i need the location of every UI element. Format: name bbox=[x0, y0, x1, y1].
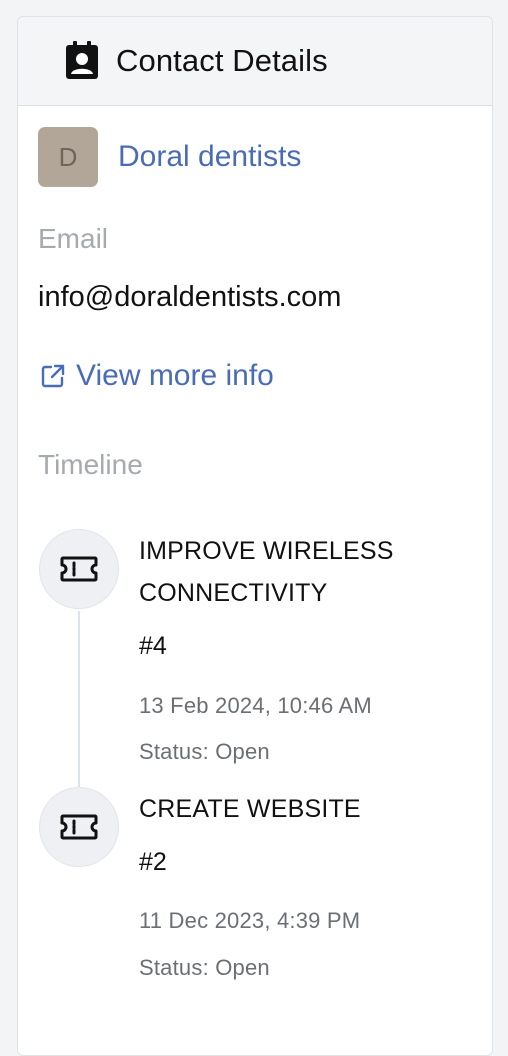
timeline-ticket-icon bbox=[39, 529, 119, 609]
timeline-item-title[interactable]: IMPROVE WIRELESS CONNECTIVITY bbox=[139, 530, 394, 614]
email-label: Email bbox=[38, 223, 109, 254]
contact-details-panel: Contact Details D Doral dentists Email i… bbox=[17, 16, 493, 1056]
timeline-item-title-line: CONNECTIVITY bbox=[139, 579, 328, 607]
timeline-item-status: Status: Open bbox=[139, 739, 270, 764]
contact-card-icon bbox=[64, 41, 100, 81]
avatar: D bbox=[38, 127, 98, 187]
timeline-item-number: #2 bbox=[139, 848, 167, 876]
view-more-info-label: View more info bbox=[76, 359, 274, 392]
timeline-heading: Timeline bbox=[38, 449, 143, 480]
timeline-item-number: #4 bbox=[139, 632, 167, 660]
panel-title: Contact Details bbox=[116, 43, 328, 78]
ticket-icon bbox=[60, 556, 98, 582]
timeline-connector bbox=[78, 611, 80, 807]
external-link-icon bbox=[40, 362, 68, 390]
view-more-info-link[interactable]: View more info bbox=[40, 359, 274, 393]
panel-header: Contact Details bbox=[18, 17, 492, 106]
timeline-item-date: 11 Dec 2023, 4:39 PM bbox=[139, 908, 361, 933]
email-value: info@doraldentists.com bbox=[38, 281, 342, 313]
contact-row: D Doral dentists bbox=[38, 127, 301, 187]
ticket-icon bbox=[60, 814, 98, 840]
timeline-item-title-line: CREATE WEBSITE bbox=[139, 795, 361, 823]
timeline-item-title[interactable]: CREATE WEBSITE bbox=[139, 788, 361, 830]
timeline-item-title-line: IMPROVE WIRELESS bbox=[139, 537, 394, 565]
timeline-item-status: Status: Open bbox=[139, 955, 270, 980]
timeline-item-date: 13 Feb 2024, 10:46 AM bbox=[139, 693, 372, 718]
timeline-ticket-icon bbox=[39, 787, 119, 867]
contact-name-link[interactable]: Doral dentists bbox=[118, 140, 301, 174]
